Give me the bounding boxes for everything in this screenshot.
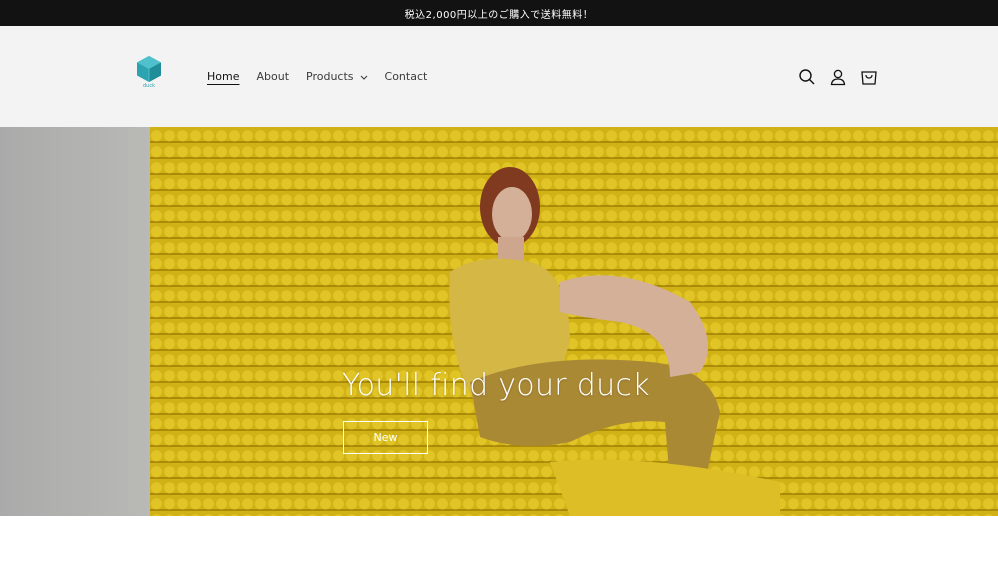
header-icons bbox=[796, 66, 880, 88]
hero-overlay bbox=[0, 127, 998, 516]
hero-banner: You'll find your duck New bbox=[0, 127, 998, 516]
chevron-down-icon bbox=[360, 70, 368, 83]
hero-new-button[interactable]: New bbox=[343, 421, 428, 454]
nav-label: Products bbox=[306, 70, 354, 83]
nav-label: About bbox=[256, 70, 290, 83]
nav-label: Contact bbox=[384, 70, 428, 83]
announcement-bar: 税込2,000円以上のご購入で送料無料！ bbox=[0, 0, 998, 26]
store-logo[interactable]: duck bbox=[133, 55, 165, 91]
search-icon[interactable] bbox=[796, 66, 818, 88]
nav-item-about[interactable]: About bbox=[248, 66, 297, 87]
hero-title: You'll find your duck bbox=[342, 368, 650, 403]
main-nav: Home About Products Contact bbox=[199, 66, 436, 87]
cart-icon[interactable] bbox=[858, 66, 880, 88]
hexagon-logo-icon bbox=[137, 56, 161, 82]
account-icon[interactable] bbox=[827, 66, 849, 88]
announcement-text: 税込2,000円以上のご購入で送料無料！ bbox=[404, 9, 594, 21]
site-header: duck Home About Products Contact bbox=[0, 26, 998, 127]
nav-item-contact[interactable]: Contact bbox=[377, 66, 436, 87]
nav-item-home[interactable]: Home bbox=[199, 66, 247, 87]
logo-text: duck bbox=[143, 83, 155, 89]
nav-item-products[interactable]: Products bbox=[298, 66, 376, 87]
page-content-area bbox=[0, 516, 998, 563]
nav-label: Home bbox=[207, 70, 240, 83]
